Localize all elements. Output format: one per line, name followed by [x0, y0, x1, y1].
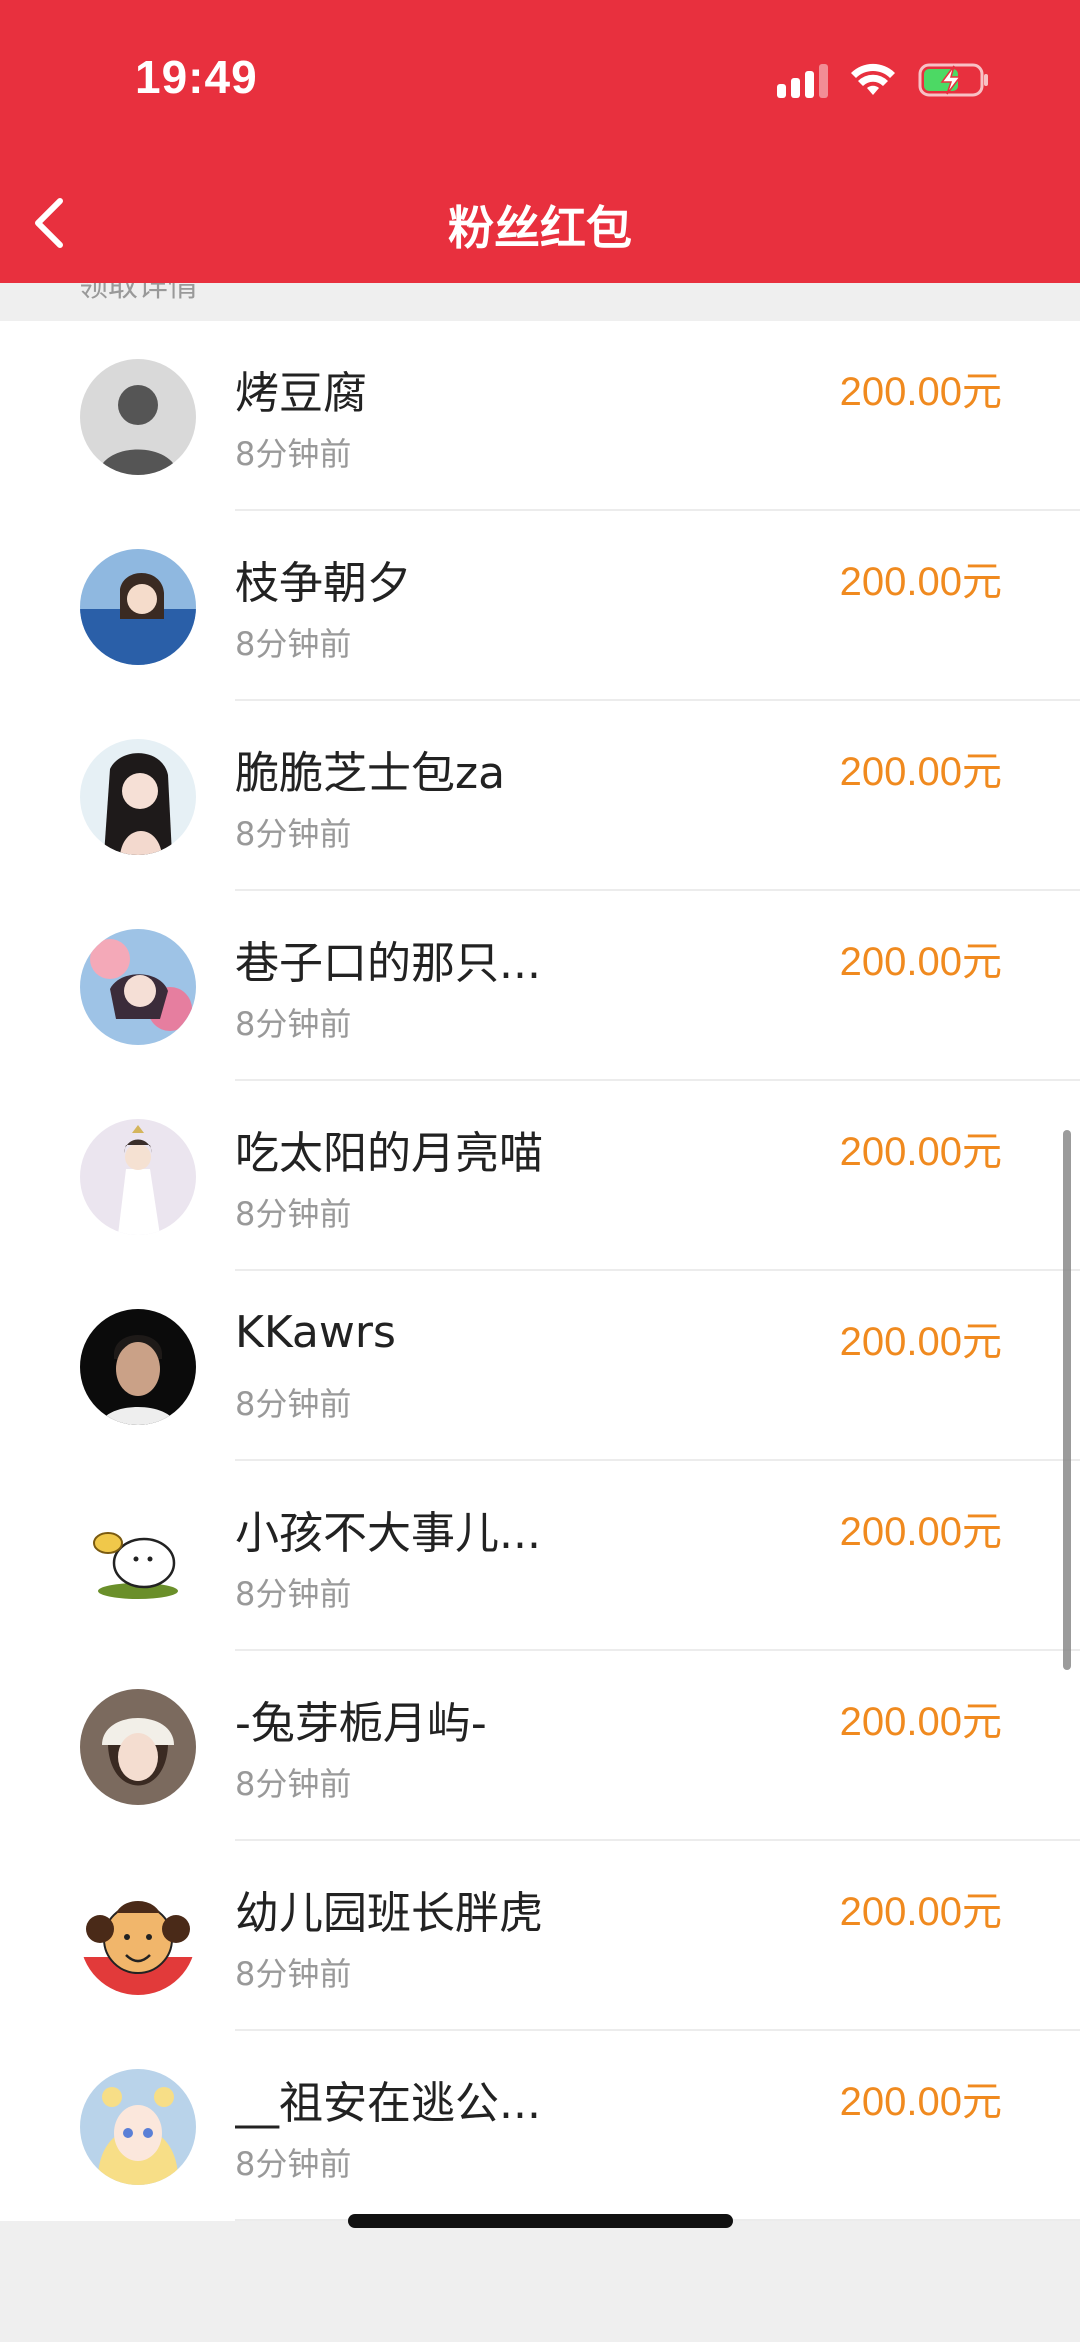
recipient-name: 枝争朝夕	[235, 558, 411, 609]
scrollbar[interactable]	[1063, 1130, 1071, 1670]
anime-avatar[interactable]	[80, 2069, 196, 2185]
cartoon-dog-avatar[interactable]	[80, 1499, 196, 1615]
list-item[interactable]: 吃太阳的月亮喵 8分钟前 200.00元	[0, 1081, 1080, 1271]
claim-amount: 200.00元	[839, 1700, 1002, 1744]
claim-time: 8分钟前	[235, 815, 352, 853]
recipient-name: __祖安在逃公...	[235, 2078, 541, 2129]
list-item[interactable]: __祖安在逃公... 8分钟前 200.00元	[0, 2031, 1080, 2221]
claim-time: 8分钟前	[235, 2145, 352, 2183]
recipient-name: 烤豆腐	[235, 368, 367, 419]
claim-time: 8分钟前	[235, 1575, 352, 1613]
claim-amount: 200.00元	[839, 1320, 1002, 1364]
wifi-icon	[851, 63, 895, 95]
signal-icon	[777, 62, 828, 98]
recipient-name: 小孩不大事儿...	[235, 1508, 541, 1559]
claim-time: 8分钟前	[235, 1005, 352, 1043]
claim-time: 8分钟前	[235, 1955, 352, 1993]
status-icons	[777, 58, 990, 102]
photo-avatar[interactable]	[80, 549, 196, 665]
recipient-name: 幼儿园班长胖虎	[235, 1888, 543, 1939]
recipient-name: 巷子口的那只...	[235, 938, 541, 989]
claim-amount: 200.00元	[839, 560, 1002, 604]
photo-avatar[interactable]	[80, 1309, 196, 1425]
claim-amount: 200.00元	[839, 2080, 1002, 2124]
top-header: 19:49 粉丝红包	[0, 0, 1080, 283]
section-label: 领取详情	[78, 283, 198, 304]
recipient-list: 烤豆腐 8分钟前 200.00元 枝争朝夕 8分钟前 200.00元 脆脆芝士包za 8分钟前…	[0, 321, 1080, 2221]
illustration-avatar[interactable]	[80, 1119, 196, 1235]
list-item[interactable]: 枝争朝夕 8分钟前 200.00元	[0, 511, 1080, 701]
recipient-name: KKawrs	[235, 1307, 396, 1358]
list-item[interactable]: 烤豆腐 8分钟前 200.00元	[0, 321, 1080, 511]
photo-avatar[interactable]	[80, 1689, 196, 1805]
photo-avatar[interactable]	[80, 739, 196, 855]
recipient-name: 吃太阳的月亮喵	[235, 1128, 543, 1179]
claim-amount: 200.00元	[839, 750, 1002, 794]
claim-time: 8分钟前	[235, 435, 352, 473]
claim-time: 8分钟前	[235, 1385, 352, 1423]
claim-time: 8分钟前	[235, 1195, 352, 1233]
section-header: 领取详情	[0, 283, 1080, 321]
recipient-name: 脆脆芝士包za	[235, 748, 506, 799]
photo-avatar[interactable]	[80, 929, 196, 1045]
claim-amount: 200.00元	[839, 940, 1002, 984]
list-item[interactable]: 小孩不大事儿... 8分钟前 200.00元	[0, 1461, 1080, 1651]
claim-amount: 200.00元	[839, 370, 1002, 414]
claim-time: 8分钟前	[235, 1765, 352, 1803]
list-item[interactable]: KKawrs 8分钟前 200.00元	[0, 1271, 1080, 1461]
claim-amount: 200.00元	[839, 1510, 1002, 1554]
status-time: 19:49	[135, 51, 258, 103]
page-title: 粉丝红包	[448, 201, 632, 255]
claim-amount: 200.00元	[839, 1130, 1002, 1174]
claim-time: 8分钟前	[235, 625, 352, 663]
list-item[interactable]: 巷子口的那只... 8分钟前 200.00元	[0, 891, 1080, 1081]
cartoon-avatar[interactable]	[80, 1879, 196, 1995]
list-item[interactable]: -兔芽栀月屿- 8分钟前 200.00元	[0, 1651, 1080, 1841]
list-item[interactable]: 幼儿园班长胖虎 8分钟前 200.00元	[0, 1841, 1080, 2031]
home-indicator[interactable]	[348, 2214, 733, 2228]
silhouette-avatar[interactable]	[80, 359, 196, 475]
recipient-name: -兔芽栀月屿-	[235, 1698, 487, 1749]
battery-charging-icon	[918, 63, 988, 97]
claim-amount: 200.00元	[839, 1890, 1002, 1934]
list-item[interactable]: 脆脆芝士包za 8分钟前 200.00元	[0, 701, 1080, 891]
